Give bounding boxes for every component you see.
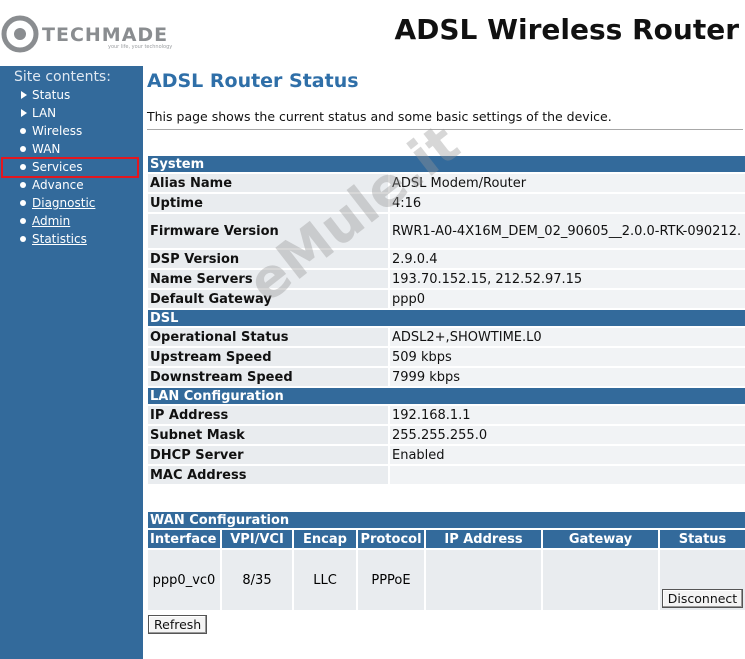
table-row: Upstream Speed 509 kbps (148, 348, 745, 366)
dot-bullet-icon (20, 236, 26, 242)
wan-gateway (543, 550, 660, 610)
table-row: Alias Name ADSL Modem/Router (148, 174, 745, 192)
sidebar-item-admin[interactable]: Admin (18, 214, 140, 231)
sidebar-item-label: Diagnostic (32, 196, 96, 210)
dot-bullet-icon (20, 182, 26, 188)
disconnect-button[interactable]: Disconnect (661, 589, 744, 608)
table-row: Default Gateway ppp0 (148, 290, 745, 308)
table-row: DHCP Server Enabled (148, 446, 745, 464)
table-row: MAC Address (148, 466, 745, 484)
table-row: IP Address 192.168.1.1 (148, 406, 745, 424)
row-value: 4:16 (390, 194, 745, 212)
banner-title: ADSL Wireless Router (394, 13, 739, 46)
sidebar: Site contents: Status LAN Wireless WAN S… (0, 66, 143, 659)
row-key: Default Gateway (148, 290, 390, 308)
triangle-bullet-icon (21, 109, 27, 117)
column-header: Encap (294, 530, 358, 548)
sidebar-item-label: Admin (32, 214, 71, 228)
techmade-logo: TECHMADE your life, your technology (0, 10, 185, 54)
row-key: DSP Version (148, 250, 390, 268)
row-value (390, 466, 745, 484)
sidebar-item-label: Wireless (32, 124, 83, 138)
column-header: IP Address (426, 530, 543, 548)
logo-wordmark: TECHMADE (42, 24, 169, 46)
row-value: 7999 kbps (390, 368, 745, 386)
sidebar-item-label: Advance (32, 178, 84, 192)
dot-bullet-icon (20, 200, 26, 206)
dot-bullet-icon (20, 128, 26, 134)
sidebar-item-label: Statistics (32, 232, 87, 246)
row-value: 509 kbps (390, 348, 745, 366)
section-header-wan: WAN Configuration (148, 512, 745, 528)
status-table: System Alias Name ADSL Modem/Router Upti… (148, 154, 745, 486)
sidebar-item-statistics[interactable]: Statistics (18, 232, 140, 249)
row-key: IP Address (148, 406, 390, 424)
row-key: Alias Name (148, 174, 390, 192)
wan-protocol: PPPoE (358, 550, 426, 610)
refresh-button[interactable]: Refresh (148, 615, 208, 634)
dot-bullet-icon (20, 146, 26, 152)
row-key: Firmware Version (148, 214, 390, 248)
sidebar-item-status[interactable]: Status (18, 88, 140, 105)
row-value: 192.168.1.1 (390, 406, 745, 424)
wan-ip-address (426, 550, 543, 610)
wan-table: WAN Configuration Interface VPI/VCI Enca… (148, 510, 745, 612)
sidebar-heading: Site contents: (14, 69, 111, 85)
section-header-dsl: DSL (148, 310, 745, 326)
services-highlight-box (1, 157, 139, 178)
sidebar-item-label: LAN (32, 106, 57, 120)
row-value: ppp0 (390, 290, 745, 308)
table-row: DSP Version 2.9.0.4 (148, 250, 745, 268)
row-value: ADSL Modem/Router (390, 174, 745, 192)
header: TECHMADE your life, your technology ADSL… (0, 0, 745, 66)
section-header-lan: LAN Configuration (148, 388, 745, 404)
wan-vpi-vci: 8/35 (222, 550, 294, 610)
table-row: Downstream Speed 7999 kbps (148, 368, 745, 386)
table-row: Name Servers 193.70.152.15, 212.52.97.15 (148, 270, 745, 288)
wan-encap: LLC (294, 550, 358, 610)
logo-mark-icon (1, 15, 39, 53)
row-key: Operational Status (148, 328, 390, 346)
row-key: DHCP Server (148, 446, 390, 464)
table-row: Uptime 4:16 (148, 194, 745, 212)
table-row: Operational Status ADSL2+,SHOWTIME.L0 (148, 328, 745, 346)
table-row: ppp0_vc0 8/35 LLC PPPoE Disconnect (148, 550, 745, 610)
row-value: ADSL2+,SHOWTIME.L0 (390, 328, 745, 346)
triangle-bullet-icon (21, 91, 27, 99)
divider (147, 129, 743, 130)
dot-bullet-icon (20, 218, 26, 224)
row-value: 2.9.0.4 (390, 250, 745, 268)
main-content: ADSL Router Status This page shows the c… (147, 66, 745, 659)
row-value: 255.255.255.0 (390, 426, 745, 444)
row-key: MAC Address (148, 466, 390, 484)
row-value: Enabled (390, 446, 745, 464)
row-value: 193.70.152.15, 212.52.97.15 (390, 270, 745, 288)
row-key: Downstream Speed (148, 368, 390, 386)
page-title: ADSL Router Status (147, 70, 359, 92)
table-row: Firmware Version RWR1-A0-4X16M_DEM_02_90… (148, 214, 745, 248)
sidebar-item-advance[interactable]: Advance (18, 178, 140, 195)
wan-status-cell: Disconnect (660, 550, 745, 610)
row-key: Subnet Mask (148, 426, 390, 444)
sidebar-item-lan[interactable]: LAN (18, 106, 140, 123)
section-header-system: System (148, 156, 745, 172)
column-header: VPI/VCI (222, 530, 294, 548)
row-value: RWR1-A0-4X16M_DEM_02_90605__2.0.0-RTK-09… (390, 214, 745, 248)
column-header: Protocol (358, 530, 426, 548)
wan-interface: ppp0_vc0 (148, 550, 222, 610)
sidebar-item-label: Status (32, 88, 71, 102)
sidebar-item-wireless[interactable]: Wireless (18, 124, 140, 141)
column-header: Interface (148, 530, 222, 548)
sidebar-item-diagnostic[interactable]: Diagnostic (18, 196, 140, 213)
table-row: Subnet Mask 255.255.255.0 (148, 426, 745, 444)
row-key: Uptime (148, 194, 390, 212)
sidebar-item-label: WAN (32, 142, 61, 156)
row-key: Name Servers (148, 270, 390, 288)
page-description: This page shows the current status and s… (147, 109, 612, 124)
row-key: Upstream Speed (148, 348, 390, 366)
column-header: Status (660, 530, 745, 548)
logo-tagline: your life, your technology (108, 44, 173, 50)
column-header: Gateway (543, 530, 660, 548)
